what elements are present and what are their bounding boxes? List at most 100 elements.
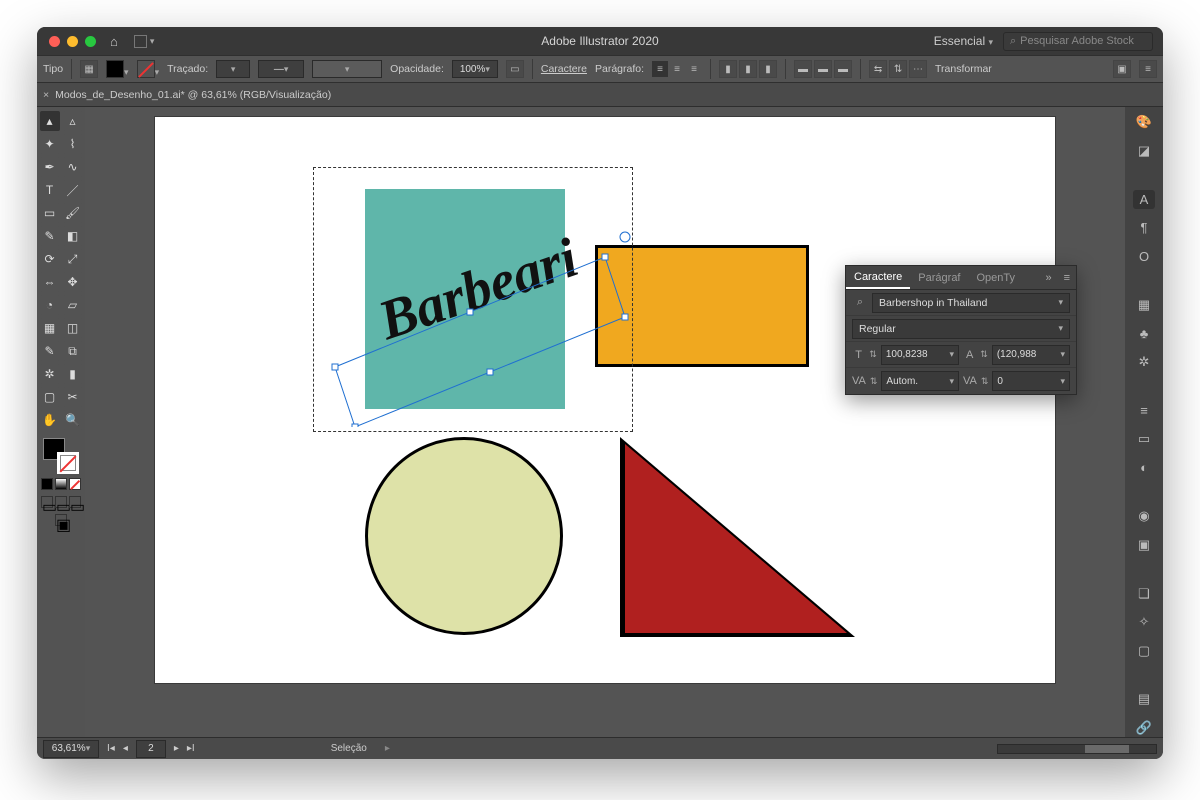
paragraph-panel-link[interactable]: Parágrafo: [595, 63, 644, 75]
symbol-sprayer-tool[interactable]: ✲ [40, 364, 60, 384]
distribute-horizontal-button[interactable]: ⇆ [869, 60, 887, 78]
brush-select[interactable]: ▾ [312, 60, 382, 78]
artboard-nav-prev-button[interactable]: ◂ [123, 743, 128, 754]
fill-stroke-control[interactable] [43, 438, 79, 474]
stepper-icon[interactable]: ⇅ [981, 376, 989, 387]
leading-input[interactable]: (120,988▾ [992, 345, 1070, 365]
character-panel-link[interactable]: Caractere [541, 63, 587, 75]
workspace-switcher[interactable]: Essencial ▾ [934, 34, 993, 48]
tab-character[interactable]: Caractere [846, 266, 910, 289]
zoom-level-select[interactable]: 63,61%▾ [43, 740, 99, 758]
stroke-color-swatch[interactable] [57, 452, 79, 474]
eyedropper-tool[interactable]: ✎ [40, 341, 60, 361]
links-panel-icon[interactable]: 🔗 [1133, 718, 1155, 737]
color-panel-icon[interactable]: ◪ [1133, 142, 1155, 161]
document-tab-label[interactable]: Modos_de_Desenho_01.ai* @ 63,61% (RGB/Vi… [55, 89, 331, 101]
stroke-profile-select[interactable]: — ▾ [258, 60, 304, 78]
color-mode-solid[interactable] [41, 478, 53, 490]
type-tool[interactable]: T [40, 180, 60, 200]
paragraph-panel-icon[interactable]: ¶ [1133, 219, 1155, 238]
stepper-icon[interactable]: ⇅ [870, 376, 878, 387]
gradient-tool[interactable]: ◫ [63, 318, 83, 338]
draw-normal-button[interactable]: ▭ [41, 496, 53, 508]
artboard-number-input[interactable]: 2 [136, 740, 166, 758]
transparency-panel-icon[interactable]: ◐ [1133, 458, 1155, 477]
perspective-tool[interactable]: ▱ [63, 295, 83, 315]
panel-menu-icon[interactable]: ≡ [1058, 272, 1076, 284]
distribute-spacing-button[interactable]: ⋯ [909, 60, 927, 78]
font-style-select[interactable]: Regular▾ [852, 319, 1070, 339]
transform-panel-link[interactable]: Transformar [935, 63, 992, 75]
paintbrush-tool[interactable]: 🖌 [63, 203, 83, 223]
properties-panel-icon[interactable]: 🎨 [1133, 113, 1155, 132]
rotate-tool[interactable]: ⟳ [40, 249, 60, 269]
align-center-button[interactable]: ≡ [669, 61, 685, 77]
tab-paragraph[interactable]: Parágraf [910, 266, 968, 289]
options-menu-button[interactable]: ≡ [1139, 60, 1157, 78]
zoom-window-button[interactable] [85, 36, 96, 47]
gradient-panel-icon[interactable]: ▭ [1133, 430, 1155, 449]
search-stock-input[interactable]: ⌕ Pesquisar Adobe Stock [1003, 32, 1153, 51]
free-transform-tool[interactable]: ✥ [63, 272, 83, 292]
line-tool[interactable]: ／ [63, 180, 83, 200]
align-objects-bottom-button[interactable]: ▬ [834, 60, 852, 78]
artboard-nav-first-button[interactable]: I◂ [107, 743, 115, 754]
home-icon[interactable]: ⌂ [110, 34, 118, 49]
asset-export-panel-icon[interactable]: ✧ [1133, 613, 1155, 632]
align-right-button[interactable]: ≡ [686, 61, 702, 77]
stroke-swatch[interactable] [137, 60, 155, 78]
selection-tool[interactable]: ▴ [40, 111, 60, 131]
stepper-icon[interactable]: ⇅ [869, 349, 877, 360]
minimize-window-button[interactable] [67, 36, 78, 47]
magic-wand-tool[interactable]: ✦ [40, 134, 60, 154]
fill-swatch[interactable] [106, 60, 124, 78]
tab-opentype[interactable]: OpenTy [969, 266, 1024, 289]
shape-circle[interactable] [365, 437, 563, 635]
artboards-panel-icon[interactable]: ▢ [1133, 641, 1155, 660]
layers-panel-icon[interactable]: ❏ [1133, 584, 1155, 603]
curvature-tool[interactable]: ∿ [63, 157, 83, 177]
pen-tool[interactable]: ✒ [40, 157, 60, 177]
rectangle-tool[interactable]: ▭ [40, 203, 60, 223]
character-panel[interactable]: Caractere Parágraf OpenTy » ≡ ⌕ Barbersh… [845, 265, 1077, 395]
opentype-panel-icon[interactable]: O [1133, 247, 1155, 266]
font-family-select[interactable]: Barbershop in Thailand▾ [872, 293, 1070, 313]
graphic-style-button[interactable]: ▭ [506, 60, 524, 78]
artboard-nav-next-button[interactable]: ▸ [174, 743, 179, 754]
tracking-input[interactable]: 0▾ [992, 371, 1070, 391]
lasso-tool[interactable]: ⌇ [63, 134, 83, 154]
selection-target-icon[interactable]: ▦ [80, 60, 98, 78]
swatches-panel-icon[interactable]: ▦ [1133, 296, 1155, 315]
shaper-tool[interactable]: ✎ [40, 226, 60, 246]
width-tool[interactable]: ⇔ [40, 272, 60, 292]
screen-mode-switch[interactable]: ▣ [55, 514, 67, 526]
direct-selection-tool[interactable]: ▵ [63, 111, 83, 131]
color-mode-none[interactable] [69, 478, 81, 490]
zoom-tool[interactable]: 🔍 [63, 410, 83, 430]
character-panel-icon[interactable]: A [1133, 190, 1155, 209]
align-objects-left-button[interactable]: ▮ [719, 60, 737, 78]
slice-tool[interactable]: ✂ [63, 387, 83, 407]
font-size-input[interactable]: 100,8238▾ [881, 345, 959, 365]
align-objects-right-button[interactable]: ▮ [759, 60, 777, 78]
libraries-panel-icon[interactable]: ▤ [1133, 690, 1155, 709]
scale-tool[interactable]: ⤢ [63, 249, 83, 269]
status-more-icon[interactable]: ▸ [385, 743, 390, 754]
appearance-panel-icon[interactable]: ◉ [1133, 507, 1155, 526]
stepper-icon[interactable]: ⇅ [980, 349, 988, 360]
kerning-input[interactable]: Autom.▾ [881, 371, 959, 391]
draw-behind-button[interactable]: ▭ [55, 496, 67, 508]
column-graph-tool[interactable]: ▮ [63, 364, 83, 384]
align-left-button[interactable]: ≡ [652, 61, 668, 77]
horizontal-scrollbar[interactable] [997, 744, 1157, 754]
hand-tool[interactable]: ✋ [40, 410, 60, 430]
align-objects-top-button[interactable]: ▬ [794, 60, 812, 78]
stroke-weight-input[interactable]: ▾ [216, 60, 250, 78]
shape-triangle[interactable] [620, 437, 855, 637]
color-mode-gradient[interactable] [55, 478, 67, 490]
artboard-nav-last-button[interactable]: ▸I [187, 743, 195, 754]
distribute-vertical-button[interactable]: ⇅ [889, 60, 907, 78]
draw-inside-button[interactable]: ▭ [69, 496, 81, 508]
stroke-panel-icon[interactable]: ≡ [1133, 401, 1155, 420]
close-window-button[interactable] [49, 36, 60, 47]
